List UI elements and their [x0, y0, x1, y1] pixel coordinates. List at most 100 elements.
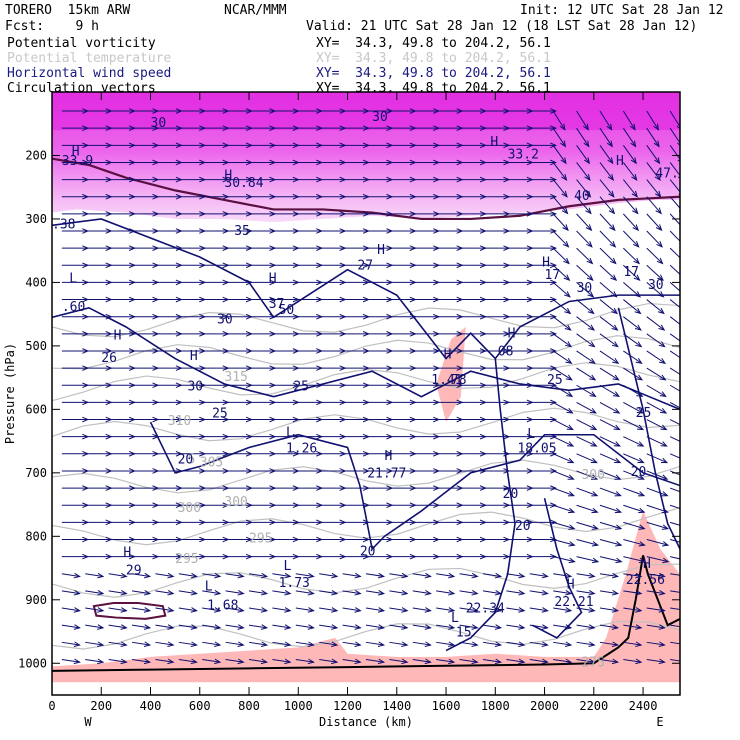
x-tick-label: 1400 — [382, 699, 411, 713]
circulation-vector — [552, 350, 572, 364]
circulation-vector — [622, 230, 640, 248]
extrema-label: L — [451, 611, 459, 626]
wind-label: 22.21 — [554, 595, 593, 610]
theta-label: 275 — [581, 655, 604, 670]
circulation-vector — [552, 316, 571, 331]
vector-arrowhead — [681, 291, 687, 296]
pv-blob-contour — [92, 601, 167, 620]
circulation-vector — [576, 487, 598, 497]
y-tick-label: 200 — [25, 148, 47, 162]
vector-arrowhead — [686, 558, 692, 563]
wind-label: 30 — [151, 116, 167, 131]
extrema-label: H — [616, 154, 624, 169]
x-tick-label: 2000 — [530, 699, 559, 713]
wind-label: 40 — [574, 189, 590, 204]
circulation-vector — [646, 316, 665, 331]
circulation-vector — [646, 299, 665, 314]
wind-label: 22.34 — [466, 601, 505, 616]
wind-label: 33.2 — [508, 148, 539, 163]
wind-label: 20 — [503, 487, 519, 502]
circulation-vector — [623, 419, 644, 430]
extrema-label: H — [643, 557, 651, 572]
vector-arrowhead — [565, 374, 573, 381]
circulation-vector — [599, 487, 621, 497]
circulation-vector — [552, 230, 569, 248]
vector-arrowhead — [681, 275, 687, 280]
vector-arrowhead — [683, 408, 689, 413]
vector-arrowhead — [685, 475, 691, 479]
extrema-label: L — [527, 427, 535, 442]
y-tick-label: 400 — [25, 275, 47, 289]
circulation-vector — [623, 504, 645, 513]
wind-label: 22.56 — [626, 573, 665, 588]
wind-label: 1.26 — [286, 442, 317, 457]
circulation-vector — [553, 504, 575, 513]
wind-label: 15 — [456, 626, 472, 641]
vector-arrowhead — [685, 508, 691, 512]
wind-label: 08 — [498, 344, 514, 359]
wind-label: 1.73 — [279, 576, 310, 591]
wind-label: 26 — [101, 351, 117, 366]
vector-arrowhead — [683, 392, 689, 397]
vector-arrowhead — [684, 458, 690, 462]
circulation-vector — [646, 213, 662, 231]
x-tick-label: 400 — [140, 699, 162, 713]
wind-label: 17 — [623, 265, 639, 280]
theta-label: 315 — [224, 370, 247, 385]
circulation-vector — [646, 350, 666, 364]
circulation-vector — [552, 247, 570, 264]
y-axis-label: Pressure (hPa) — [3, 343, 17, 444]
circulation-vector — [576, 367, 596, 381]
theta-label: 300 — [581, 468, 604, 483]
circulation-vector — [669, 247, 680, 259]
circulation-vector — [646, 384, 666, 397]
wind-label: 27 — [357, 259, 373, 274]
endpoint-west-label: W — [84, 715, 92, 729]
wind-label: 1.68 — [207, 598, 238, 613]
extrema-label: H — [269, 271, 277, 286]
x-tick-label: 0 — [48, 699, 55, 713]
circulation-vector — [670, 556, 680, 560]
wind-label: 47.06 — [655, 167, 694, 182]
vector-arrowhead — [682, 325, 688, 330]
theta-contour — [52, 302, 680, 338]
extrema-label: H — [508, 327, 516, 342]
wind-label: 30 — [217, 313, 233, 328]
x-tick-label: 200 — [90, 699, 112, 713]
vector-arrowhead — [681, 308, 687, 313]
wind-label: 35 — [234, 224, 250, 239]
extrema-label: H — [542, 256, 550, 271]
circulation-vector — [623, 316, 642, 331]
vector-arrowhead — [685, 541, 691, 546]
y-tick-label: 1000 — [18, 656, 47, 670]
circulation-vector — [623, 384, 643, 397]
wind-contour — [52, 306, 680, 411]
extrema-label: H — [490, 135, 498, 150]
cross-section-plot: 3153103055300 30029529530027530 3033.233.9… — [3, 91, 694, 729]
circulation-vector — [552, 419, 573, 430]
vector-arrowhead — [682, 625, 688, 630]
extrema-label: H — [114, 329, 122, 344]
circulation-vector — [576, 230, 593, 248]
x-tick-label: 1600 — [432, 699, 461, 713]
circulation-vector — [576, 453, 597, 464]
wind-label: 20 — [515, 519, 531, 534]
terrain-line — [52, 555, 680, 672]
extrema-label: L — [205, 579, 213, 594]
extrema-label: H — [224, 169, 232, 184]
extrema-label: L — [286, 426, 294, 441]
theta-label: 305 — [200, 455, 223, 470]
extrema-label: H — [384, 449, 392, 464]
vector-arrowhead — [684, 442, 690, 446]
wind-label: 29 — [126, 563, 142, 578]
vector-arrowhead — [679, 244, 680, 246]
extrema-label: L — [283, 559, 291, 574]
circulation-vector — [623, 299, 641, 314]
circulation-vector — [599, 367, 619, 381]
circulation-vector — [552, 487, 574, 497]
circulation-vector — [599, 247, 617, 264]
y-tick-label: 600 — [25, 402, 47, 416]
circulation-vector — [576, 436, 597, 447]
wind-label: 50 — [279, 303, 295, 318]
wind-label: 20 — [631, 465, 647, 480]
